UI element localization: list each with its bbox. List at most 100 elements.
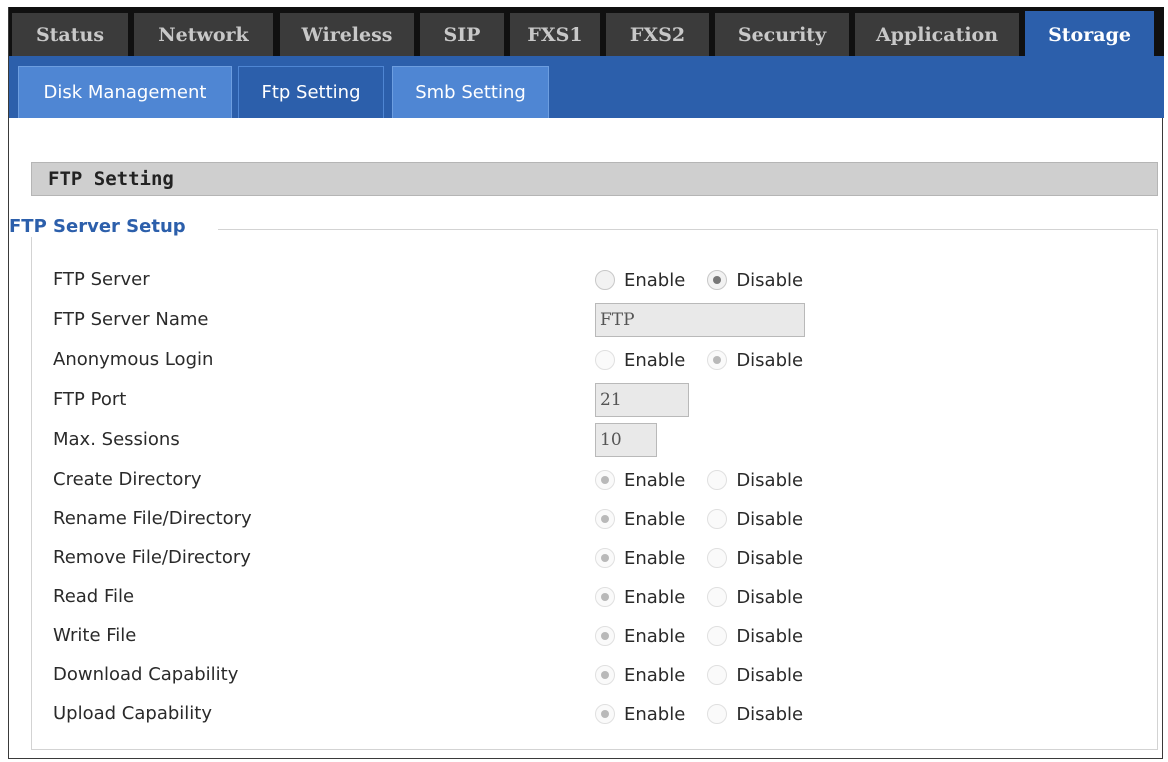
subtab-disk-management[interactable]: Disk Management — [18, 66, 232, 118]
field-label: Read File — [53, 586, 135, 607]
upload-enable-radio[interactable]: Enable — [595, 704, 685, 725]
remove-disable-radio[interactable]: Disable — [707, 548, 803, 569]
ftp-server-name-input[interactable]: FTP — [595, 303, 805, 337]
radio-circle-icon — [707, 626, 728, 646]
top-tab-bar: Status Network Wireless SIP FXS1 FXS2 Se… — [9, 7, 1164, 58]
radio-circle-icon — [707, 509, 728, 529]
radio-circle-icon — [707, 470, 728, 490]
field-label: Download Capability — [53, 664, 239, 685]
field-label: Remove File/Directory — [53, 547, 251, 568]
tab-status[interactable]: Status — [12, 13, 128, 56]
row-remove-file-directory: Remove File/Directory Enable Disable — [53, 539, 1153, 577]
radio-circle-icon — [595, 509, 615, 529]
write-file-disable-radio[interactable]: Disable — [707, 626, 803, 647]
radio-label: Disable — [736, 269, 804, 291]
radio-circle-icon — [707, 270, 728, 290]
radio-label: Enable — [624, 664, 686, 686]
subtab-ftp-setting[interactable]: Ftp Setting — [238, 66, 384, 118]
ftp-port-input[interactable]: 21 — [595, 383, 689, 417]
radio-circle-icon — [707, 587, 728, 607]
ftp-server-disable-radio[interactable]: Disable — [707, 270, 803, 291]
field-label: FTP Port — [53, 389, 127, 410]
create-directory-enable-radio[interactable]: Enable — [595, 470, 685, 491]
radio-label: Disable — [736, 664, 804, 686]
anonymous-login-disable-radio[interactable]: Disable — [707, 350, 803, 371]
create-directory-disable-radio[interactable]: Disable — [707, 470, 803, 491]
tab-fxs2[interactable]: FXS2 — [606, 13, 709, 56]
rename-disable-radio[interactable]: Disable — [707, 509, 803, 530]
row-write-file: Write File Enable Disable — [53, 617, 1153, 655]
download-disable-radio[interactable]: Disable — [707, 665, 803, 686]
field-label: FTP Server — [53, 269, 150, 290]
row-max-sessions: Max. Sessions 10 — [53, 421, 1153, 459]
tab-security[interactable]: Security — [715, 13, 849, 56]
field-label: Max. Sessions — [53, 429, 180, 450]
write-file-radio-group: Enable Disable — [595, 617, 825, 655]
max-sessions-ctrl: 10 — [595, 421, 657, 459]
max-sessions-input[interactable]: 10 — [595, 423, 657, 457]
radio-label: Disable — [736, 469, 804, 491]
field-label: Write File — [53, 625, 137, 646]
subtab-smb-setting[interactable]: Smb Setting — [392, 66, 549, 118]
radio-label: Enable — [624, 703, 686, 725]
radio-label: Enable — [624, 625, 686, 647]
radio-label: Enable — [624, 547, 686, 569]
radio-circle-icon — [595, 350, 615, 370]
ftp-server-enable-radio[interactable]: Enable — [595, 270, 685, 291]
radio-circle-icon — [707, 350, 728, 370]
ftp-port-ctrl: 21 — [595, 381, 689, 419]
radio-circle-icon — [595, 270, 615, 290]
anonymous-login-radio-group: Enable Disable — [595, 341, 825, 379]
row-ftp-server: FTP Server Enable Disable — [53, 261, 1153, 299]
tab-sip[interactable]: SIP — [420, 13, 504, 56]
tab-storage[interactable]: Storage — [1025, 11, 1154, 58]
write-file-enable-radio[interactable]: Enable — [595, 626, 685, 647]
remove-enable-radio[interactable]: Enable — [595, 548, 685, 569]
rename-enable-radio[interactable]: Enable — [595, 509, 685, 530]
download-enable-radio[interactable]: Enable — [595, 665, 685, 686]
upload-disable-radio[interactable]: Disable — [707, 704, 803, 725]
radio-label: Enable — [624, 349, 686, 371]
read-file-disable-radio[interactable]: Disable — [707, 587, 803, 608]
tab-network[interactable]: Network — [134, 13, 273, 56]
radio-circle-icon — [707, 665, 728, 685]
download-radio-group: Enable Disable — [595, 656, 825, 694]
ftp-server-name-ctrl: FTP — [595, 301, 805, 339]
radio-label: Enable — [624, 586, 686, 608]
remove-radio-group: Enable Disable — [595, 539, 825, 577]
group-legend: FTP Server Setup — [9, 216, 218, 237]
sub-tab-bar: Disk Management Ftp Setting Smb Setting — [9, 56, 1164, 118]
create-directory-radio-group: Enable Disable — [595, 461, 825, 499]
radio-label: Disable — [736, 547, 804, 569]
radio-label: Disable — [736, 703, 804, 725]
field-label: FTP Server Name — [53, 309, 209, 330]
radio-circle-icon — [595, 587, 615, 607]
radio-label: Enable — [624, 469, 686, 491]
row-ftp-port: FTP Port 21 — [53, 381, 1153, 419]
radio-circle-icon — [707, 548, 728, 568]
radio-circle-icon — [595, 626, 615, 646]
ftp-server-radio-group: Enable Disable — [595, 261, 825, 299]
radio-label: Disable — [736, 508, 804, 530]
tab-application[interactable]: Application — [855, 13, 1019, 56]
radio-circle-icon — [595, 704, 615, 724]
anonymous-login-enable-radio[interactable]: Enable — [595, 350, 685, 371]
radio-label: Enable — [624, 269, 686, 291]
radio-label: Enable — [624, 508, 686, 530]
radio-circle-icon — [595, 470, 615, 490]
radio-circle-icon — [595, 665, 615, 685]
row-upload-capability: Upload Capability Enable Disable — [53, 695, 1153, 733]
row-read-file: Read File Enable Disable — [53, 578, 1153, 616]
radio-circle-icon — [595, 548, 615, 568]
field-label: Anonymous Login — [53, 349, 214, 370]
read-file-radio-group: Enable Disable — [595, 578, 825, 616]
radio-label: Disable — [736, 586, 804, 608]
tab-wireless[interactable]: Wireless — [280, 13, 414, 56]
row-download-capability: Download Capability Enable Disable — [53, 656, 1153, 694]
tab-fxs1[interactable]: FXS1 — [510, 13, 600, 56]
app-frame: Status Network Wireless SIP FXS1 FXS2 Se… — [8, 7, 1164, 759]
row-anonymous-login: Anonymous Login Enable Disable — [53, 341, 1153, 379]
rename-radio-group: Enable Disable — [595, 500, 825, 538]
row-create-directory: Create Directory Enable Disable — [53, 461, 1153, 499]
read-file-enable-radio[interactable]: Enable — [595, 587, 685, 608]
